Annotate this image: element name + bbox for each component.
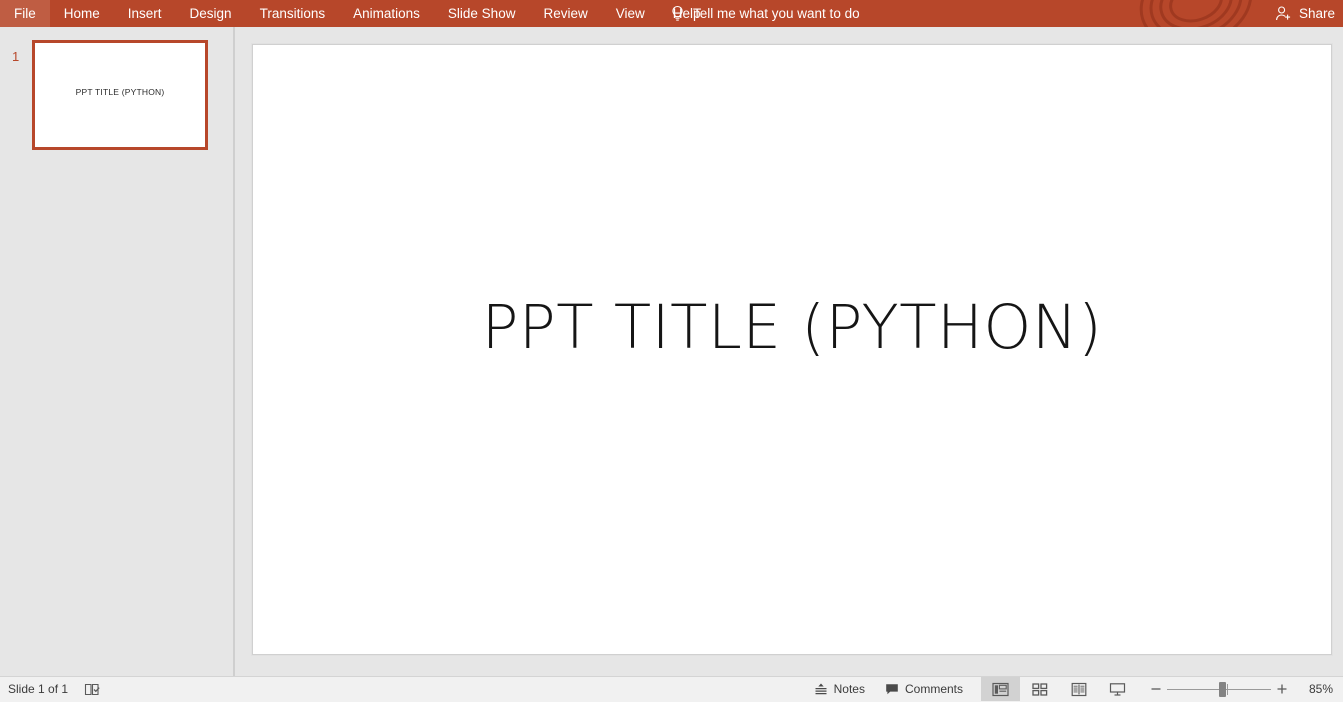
tab-view[interactable]: View bbox=[602, 0, 659, 27]
slide-show-view-button[interactable] bbox=[1098, 677, 1137, 701]
status-bar-left: Slide 1 of 1 bbox=[8, 677, 101, 701]
list-item[interactable]: 1 PPT TITLE (PYTHON) bbox=[0, 40, 233, 160]
notes-icon bbox=[814, 682, 828, 696]
tab-animations[interactable]: Animations bbox=[339, 0, 434, 27]
zoom-out-button[interactable] bbox=[1145, 678, 1167, 700]
comment-icon bbox=[885, 682, 899, 696]
lightbulb-icon bbox=[670, 5, 685, 22]
tab-design[interactable]: Design bbox=[176, 0, 246, 27]
zoom-slider-handle[interactable] bbox=[1219, 682, 1226, 697]
zoom-level-label[interactable]: 85% bbox=[1293, 682, 1337, 696]
zoom-in-button[interactable] bbox=[1271, 678, 1293, 700]
notes-label: Notes bbox=[834, 682, 865, 696]
slide-show-icon bbox=[1109, 682, 1126, 697]
reading-view-button[interactable] bbox=[1059, 677, 1098, 701]
accessibility-check-icon[interactable] bbox=[84, 682, 101, 697]
slide-title-placeholder[interactable]: PPT TITLE (PYTHON) bbox=[253, 293, 1331, 363]
ribbon-tab-list: File Home Insert Design Transitions Anim… bbox=[0, 0, 715, 27]
ribbon-decoration bbox=[1111, 0, 1281, 27]
zoom-slider[interactable] bbox=[1167, 678, 1271, 700]
comments-label: Comments bbox=[905, 682, 963, 696]
share-label: Share bbox=[1299, 6, 1335, 21]
tell-me-label: Tell me what you want to do bbox=[693, 6, 860, 21]
slide-canvas[interactable]: PPT TITLE (PYTHON) bbox=[252, 44, 1332, 655]
comments-button[interactable]: Comments bbox=[875, 677, 973, 701]
status-bar: Slide 1 of 1 Notes bbox=[0, 676, 1343, 702]
tab-insert[interactable]: Insert bbox=[114, 0, 176, 27]
normal-view-button[interactable] bbox=[981, 677, 1020, 701]
status-bar-right: Notes Comments bbox=[804, 677, 1337, 701]
tab-home[interactable]: Home bbox=[50, 0, 114, 27]
normal-view-icon bbox=[992, 682, 1009, 697]
tab-slide-show[interactable]: Slide Show bbox=[434, 0, 530, 27]
tab-transitions[interactable]: Transitions bbox=[246, 0, 340, 27]
slide-sorter-icon bbox=[1032, 682, 1048, 697]
notes-button[interactable]: Notes bbox=[804, 677, 875, 701]
tab-file[interactable]: File bbox=[0, 0, 50, 27]
zoom-control: 85% bbox=[1145, 678, 1337, 700]
person-add-icon bbox=[1275, 5, 1293, 22]
slide-thumbnail-title: PPT TITLE (PYTHON) bbox=[35, 87, 205, 97]
slide-stage: PPT TITLE (PYTHON) bbox=[235, 27, 1343, 676]
ribbon-bar: File Home Insert Design Transitions Anim… bbox=[0, 0, 1343, 27]
reading-view-icon bbox=[1071, 682, 1087, 697]
tell-me-box[interactable]: Tell me what you want to do bbox=[670, 0, 860, 27]
view-buttons-group bbox=[981, 677, 1137, 701]
powerpoint-window: File Home Insert Design Transitions Anim… bbox=[0, 0, 1343, 701]
slide-thumbnail-1[interactable]: PPT TITLE (PYTHON) bbox=[32, 40, 208, 150]
zoom-slider-tick bbox=[1227, 684, 1228, 695]
share-button[interactable]: Share bbox=[1275, 0, 1339, 27]
slide-indicator[interactable]: Slide 1 of 1 bbox=[8, 682, 68, 696]
slide-number-label: 1 bbox=[12, 50, 19, 64]
slide-sorter-view-button[interactable] bbox=[1020, 677, 1059, 701]
slide-thumbnail-pane[interactable]: 1 PPT TITLE (PYTHON) bbox=[0, 27, 233, 676]
tab-review[interactable]: Review bbox=[529, 0, 601, 27]
